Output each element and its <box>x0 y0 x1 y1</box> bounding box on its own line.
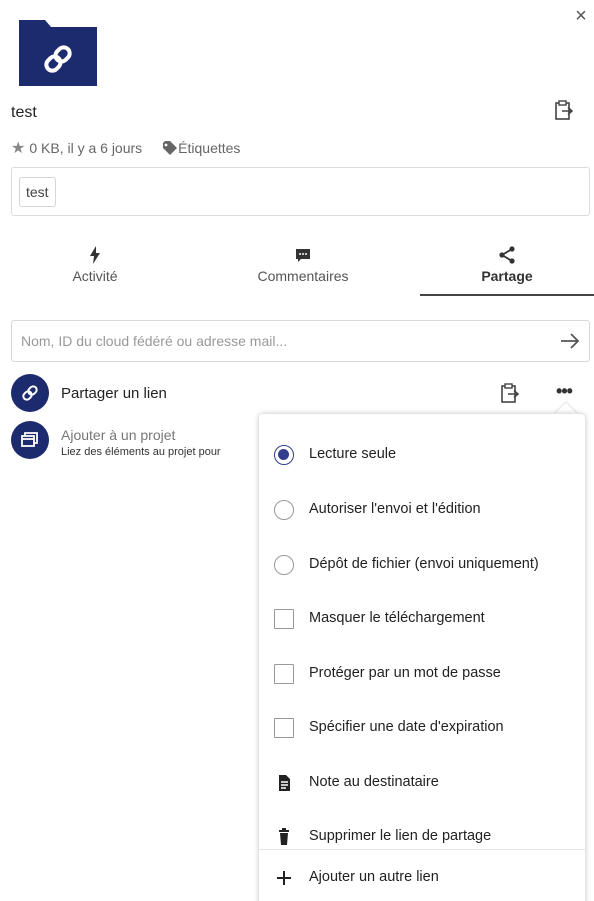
password-protect-checkbox[interactable] <box>274 664 294 684</box>
plus-icon <box>277 871 291 885</box>
file-meta-text: 0 KB, il y a 6 jours <box>29 140 143 156</box>
menu-divider <box>259 849 585 850</box>
tab-sharing[interactable]: Partage <box>420 238 594 296</box>
menu-item-file-drop[interactable]: Dépôt de fichier (envoi uniquement) <box>259 545 585 585</box>
link-avatar <box>11 374 49 412</box>
menu-item-read-only[interactable]: Lecture seule <box>259 435 585 475</box>
tab-comments[interactable]: Commentaires <box>228 238 378 296</box>
share-search-input[interactable] <box>12 321 532 361</box>
project-avatar <box>11 421 49 459</box>
tab-sharing-label: Partage <box>481 268 533 284</box>
menu-item-allow-upload-edit[interactable]: Autoriser l'envoi et l'édition <box>259 490 585 530</box>
tag-icon <box>163 141 178 155</box>
menu-item-label: Masquer le téléchargement <box>309 610 485 626</box>
menu-item-delete-share-link[interactable]: Supprimer le lien de partage <box>259 817 585 857</box>
menu-item-label: Note au destinataire <box>309 774 439 790</box>
project-subtitle: Liez des éléments au projet pour <box>61 446 221 458</box>
tags-input[interactable]: test <box>11 167 590 216</box>
tags-link-label: Étiquettes <box>178 140 241 156</box>
menu-item-label: Autoriser l'envoi et l'édition <box>309 501 481 517</box>
expiration-date-checkbox[interactable] <box>274 718 294 738</box>
note-icon <box>279 775 290 791</box>
clipboard-icon[interactable] <box>554 100 574 122</box>
tab-comments-label: Commentaires <box>257 268 349 284</box>
menu-item-expiration-date[interactable]: Spécifier une date d'expiration <box>259 708 585 748</box>
tags-link[interactable]: Étiquettes <box>162 140 240 156</box>
menu-item-label: Dépôt de fichier (envoi uniquement) <box>309 556 539 572</box>
close-button[interactable]: × <box>570 6 592 28</box>
file-name: test <box>11 104 37 121</box>
link-icon <box>22 385 38 401</box>
copy-link-icon[interactable] <box>500 383 520 405</box>
menu-item-label: Lecture seule <box>309 446 397 462</box>
arrow-right-icon[interactable] <box>559 331 581 351</box>
tab-activity[interactable]: Activité <box>20 238 170 296</box>
trash-icon <box>279 828 289 845</box>
tag-chip[interactable]: test <box>19 177 56 207</box>
hide-download-checkbox[interactable] <box>274 609 294 629</box>
menu-item-label: Spécifier une date d'expiration <box>309 719 504 735</box>
read-only-radio[interactable] <box>274 445 294 465</box>
project-title[interactable]: Ajouter à un projet <box>61 427 175 443</box>
menu-item-label: Ajouter un autre lien <box>309 869 439 885</box>
menu-item-label: Protéger par un mot de passe <box>309 665 501 681</box>
allow-upload-edit-radio[interactable] <box>274 500 294 520</box>
share-link-label: Partager un lien <box>61 385 167 402</box>
share-link-menu: Lecture seule Autoriser l'envoi et l'édi… <box>259 414 585 901</box>
projects-icon <box>21 432 38 447</box>
sidebar-tabs: Activité Commentaires Partage <box>0 238 594 298</box>
menu-item-password-protect[interactable]: Protéger par un mot de passe <box>259 654 585 694</box>
comment-icon <box>296 249 310 262</box>
menu-item-hide-download[interactable]: Masquer le téléchargement <box>259 599 585 639</box>
bolt-icon <box>90 246 100 264</box>
file-meta: ★ 0 KB, il y a 6 jours Étiquettes <box>11 138 240 158</box>
menu-item-add-another-link[interactable]: Ajouter un autre lien <box>259 858 585 898</box>
favorite-star-icon[interactable]: ★ <box>11 138 25 158</box>
file-drop-radio[interactable] <box>274 555 294 575</box>
share-search-field <box>11 320 590 362</box>
shared-folder-icon <box>19 20 97 86</box>
menu-item-label: Supprimer le lien de partage <box>309 828 492 844</box>
more-actions-button[interactable]: ••• <box>552 382 576 402</box>
tab-activity-label: Activité <box>72 268 118 284</box>
menu-item-note-to-recipient[interactable]: Note au destinataire <box>259 763 585 803</box>
share-icon <box>499 246 515 264</box>
